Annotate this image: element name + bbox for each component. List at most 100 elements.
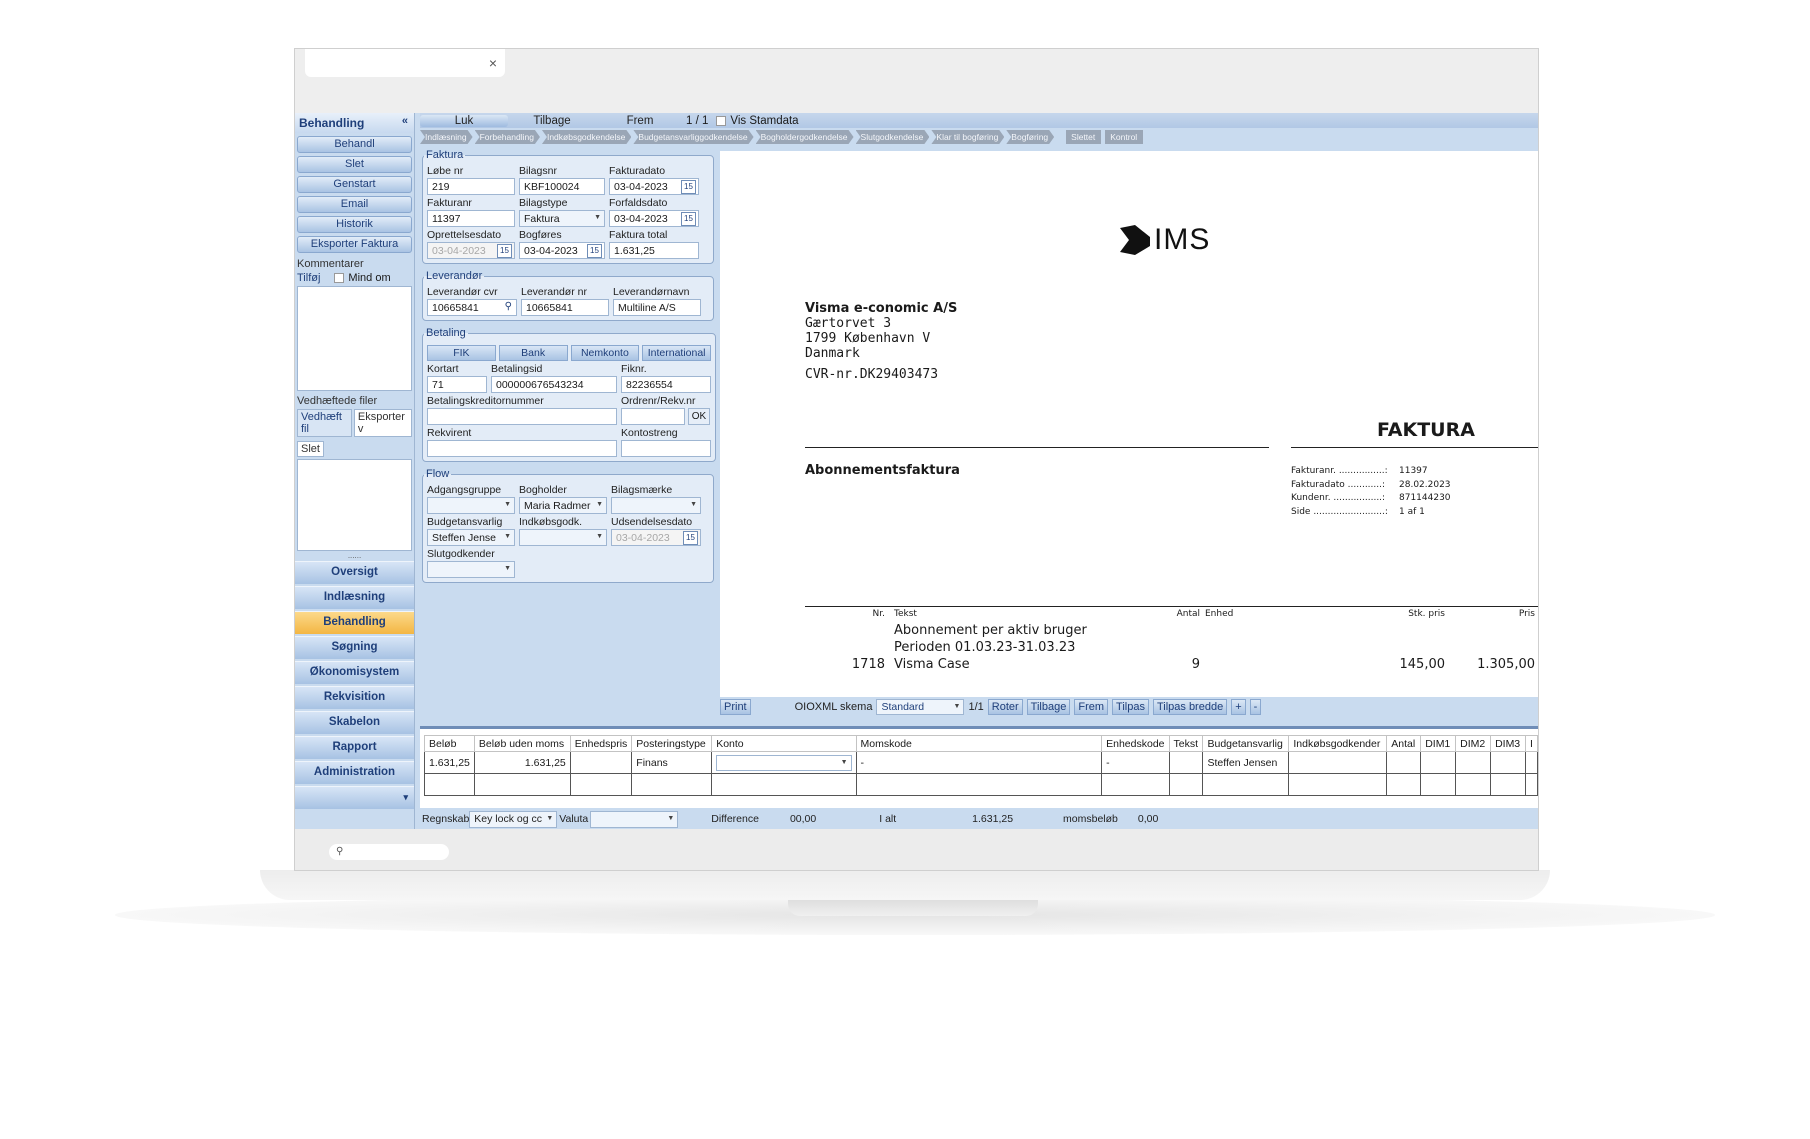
comments-box[interactable]: [297, 286, 412, 391]
slut-select[interactable]: ▼: [427, 561, 515, 578]
print-button[interactable]: Print: [720, 699, 751, 715]
lev-navn-field[interactable]: Multiline A/S: [613, 299, 701, 316]
cell-budgetansvarlig[interactable]: Steffen Jensen: [1202, 751, 1290, 774]
nav-sogning[interactable]: Søgning: [295, 636, 414, 659]
bilagsmaerke-select[interactable]: ▼: [611, 497, 701, 514]
zoom-out-button[interactable]: -: [1249, 699, 1262, 715]
rotate-button[interactable]: Roter: [987, 699, 1023, 715]
step-bogholdergodkendelse[interactable]: Bogholdergodkendelse: [756, 130, 854, 144]
valuta-select[interactable]: ▼: [590, 810, 679, 828]
cell-dim3[interactable]: [1490, 751, 1526, 774]
viewer-next-button[interactable]: Frem: [1074, 699, 1109, 715]
step-budgetansvarliggodkendelse[interactable]: Budgetansvarliggodkendelse: [633, 130, 753, 144]
bilagsnr-field[interactable]: KBF100024: [519, 178, 605, 195]
lev-cvr-field[interactable]: 10665841 ⚲: [427, 299, 517, 316]
grid-col[interactable]: Konto: [711, 735, 857, 752]
nav-indlaesning[interactable]: Indlæsning: [295, 586, 414, 609]
step-forbehandling[interactable]: Forbehandling: [475, 130, 540, 144]
nav-oversigt[interactable]: Oversigt: [295, 561, 414, 584]
cell-konto[interactable]: ▼: [711, 751, 857, 774]
grid-col[interactable]: Posteringstype: [631, 735, 713, 752]
total-field[interactable]: 1.631,25: [609, 242, 699, 259]
collapse-icon[interactable]: «: [402, 115, 408, 127]
cell-dim1[interactable]: [1420, 751, 1457, 774]
cell-posteringstype[interactable]: Finans: [631, 751, 713, 774]
remind-checkbox[interactable]: [334, 273, 345, 283]
calendar-icon[interactable]: 15: [587, 244, 602, 258]
bogfores-field[interactable]: 03-04-2023 15: [519, 242, 605, 259]
lev-nr-field[interactable]: 10665841: [521, 299, 609, 316]
tab-nemkonto[interactable]: Nemkonto: [570, 345, 640, 361]
fiknr-field[interactable]: 82236554: [621, 376, 711, 393]
indkob-select[interactable]: ▼: [519, 529, 607, 546]
grid-col[interactable]: I: [1525, 735, 1538, 752]
nav-rapport[interactable]: Rapport: [295, 736, 414, 759]
close-button[interactable]: Luk: [420, 114, 508, 127]
step-slettet[interactable]: Slettet: [1066, 130, 1102, 144]
genstart-button[interactable]: Genstart: [297, 176, 412, 193]
cell-enhedspris[interactable]: [569, 751, 633, 774]
next-button[interactable]: Frem: [596, 115, 684, 127]
grid-col[interactable]: Beløb: [424, 735, 475, 752]
nav-administration[interactable]: Administration: [295, 761, 414, 784]
kontostreng-field[interactable]: [621, 440, 711, 457]
table-row[interactable]: 1.631,25 1.631,25 Finans ▼ - - Steffen J…: [424, 751, 1538, 774]
nav-rekvisition[interactable]: Rekvisition: [295, 686, 414, 709]
cell-antal[interactable]: [1386, 751, 1422, 774]
calendar-icon[interactable]: 15: [681, 180, 696, 194]
adgang-select[interactable]: ▼: [427, 497, 515, 514]
cell-indkobsgodkender[interactable]: [1288, 751, 1388, 774]
search-icon[interactable]: ⚲: [505, 301, 512, 312]
cell-tekst[interactable]: [1168, 751, 1204, 774]
email-button[interactable]: Email: [297, 196, 412, 213]
lobe-field[interactable]: 219: [427, 178, 515, 195]
tab-international[interactable]: International: [642, 345, 711, 361]
back-button[interactable]: Tilbage: [508, 115, 596, 127]
fakturadato-field[interactable]: 03-04-2023 15: [609, 178, 699, 195]
grid-col[interactable]: DIM2: [1455, 735, 1492, 752]
cell-momskode[interactable]: -: [855, 751, 1103, 774]
grid-col[interactable]: DIM1: [1420, 735, 1457, 752]
ok-button[interactable]: OK: [688, 408, 710, 425]
table-row[interactable]: [424, 773, 1538, 796]
cell-belob-uden-moms[interactable]: 1.631,25: [473, 751, 571, 774]
grid-col[interactable]: Tekst: [1168, 735, 1204, 752]
oioxml-select[interactable]: Standard ▼: [876, 699, 965, 715]
slet-button[interactable]: Slet: [297, 156, 412, 173]
step-indkobsgodkendelse[interactable]: Indkøbsgodkendelse: [542, 130, 631, 144]
rekvirent-field[interactable]: [427, 440, 617, 457]
browser-tab[interactable]: ×: [305, 49, 505, 77]
show-master-checkbox[interactable]: [716, 115, 727, 126]
delete-attachment-button[interactable]: Slet: [297, 441, 324, 457]
budget-select[interactable]: Steffen Jense ▼: [427, 529, 515, 546]
search-input[interactable]: ⚲: [329, 844, 449, 860]
close-icon[interactable]: ×: [489, 55, 497, 71]
grid-col[interactable]: Beløb uden moms: [473, 735, 571, 752]
eksporter-faktura-button[interactable]: Eksporter Faktura: [297, 236, 412, 253]
attach-file-tab[interactable]: Vedhæft fil: [297, 409, 352, 437]
nav-skabelon[interactable]: Skabelon: [295, 711, 414, 734]
calendar-icon[interactable]: 15: [681, 212, 696, 226]
grid-col[interactable]: Enhedspris: [569, 735, 633, 752]
regnskab-select[interactable]: Key lock og cc ▼: [469, 810, 558, 828]
forfaldsdato-field[interactable]: 03-04-2023 15: [609, 210, 699, 227]
cell-i[interactable]: [1525, 751, 1538, 774]
export-tab[interactable]: Eksporter v: [353, 409, 412, 437]
step-kontrol[interactable]: Kontrol: [1105, 130, 1144, 144]
grid-col[interactable]: DIM3: [1490, 735, 1526, 752]
cell-dim2[interactable]: [1455, 751, 1492, 774]
grid-col[interactable]: Momskode: [855, 735, 1103, 752]
add-comment-link[interactable]: Tilføj: [297, 272, 320, 284]
grid-col[interactable]: Enhedskode: [1101, 735, 1170, 752]
nav-okonomisystem[interactable]: Økonomisystem: [295, 661, 414, 684]
kortart-field[interactable]: 71: [427, 376, 487, 393]
bilagstype-select[interactable]: Faktura ▼: [519, 210, 605, 227]
bogholder-select[interactable]: Maria Radmer ▼: [519, 497, 607, 514]
viewer-back-button[interactable]: Tilbage: [1026, 699, 1071, 715]
nav-behandling[interactable]: Behandling: [295, 611, 414, 634]
nav-more-icon[interactable]: ▾: [295, 786, 414, 809]
grid-col[interactable]: Indkøbsgodkender: [1288, 735, 1388, 752]
step-slutgodkendelse[interactable]: Slutgodkendelse: [856, 130, 930, 144]
splitter-grip[interactable]: ......: [295, 552, 414, 560]
fit-button[interactable]: Tilpas: [1112, 699, 1149, 715]
